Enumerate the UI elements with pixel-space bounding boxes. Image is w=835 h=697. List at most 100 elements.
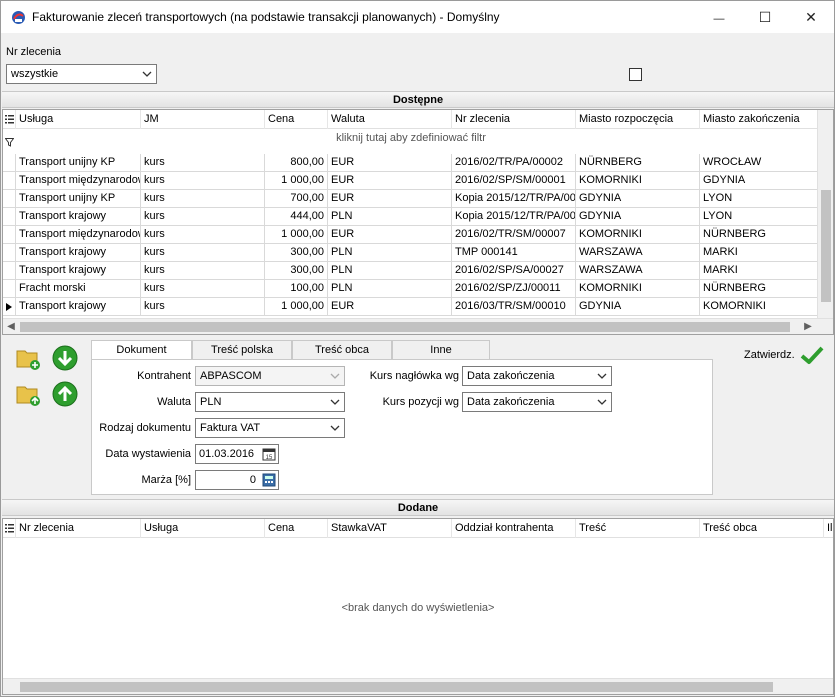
cell-unit: kurs — [140, 298, 264, 316]
cell-start-city: GDYNIA — [575, 208, 699, 226]
margin-field[interactable]: 0 — [195, 470, 279, 490]
col-header-vat-rate[interactable]: StawkaVAT — [327, 519, 451, 538]
cell-service: Transport krajowy — [15, 244, 140, 262]
margin-label: Marża [%] — [141, 474, 191, 486]
row-indicator-icon — [6, 303, 12, 311]
cell-order-number: 2016/02/SP/SM/00001 — [451, 172, 575, 190]
tab-other[interactable]: Inne — [392, 340, 490, 359]
option-checkbox[interactable] — [629, 68, 642, 81]
issue-date-field[interactable]: 01.03.2016 15 — [195, 444, 279, 464]
currency-select[interactable]: PLN — [195, 392, 345, 412]
col-header-start-city[interactable]: Miasto rozpoczęcia — [575, 110, 699, 129]
add-folder-icon[interactable] — [15, 344, 43, 372]
move-up-icon[interactable] — [51, 380, 79, 408]
col-header-order-number[interactable]: Nr zlecenia — [451, 110, 575, 129]
document-tab-panel: Kontrahent ABPASCOM Waluta PLN Rodzaj do… — [91, 359, 713, 495]
cell-order-number: 2016/02/SP/SA/00027 — [451, 262, 575, 280]
move-down-icon[interactable] — [51, 344, 79, 372]
app-logo-icon — [12, 11, 25, 24]
item-rate-select[interactable]: Data zakończenia — [462, 392, 612, 412]
contractor-label: Kontrahent — [137, 370, 191, 382]
cell-price: 444,00 — [264, 208, 327, 226]
document-type-select[interactable]: Faktura VAT — [195, 418, 345, 438]
scroll-left-icon[interactable]: ◀ — [3, 319, 19, 334]
chevron-down-icon — [330, 373, 340, 379]
cell-service: Transport międzynarodowy — [15, 226, 140, 244]
available-vertical-scrollbar[interactable] — [817, 110, 833, 318]
table-row[interactable]: Transport krajowy kurs 1 000,00 EUR 2016/03/… — [3, 298, 819, 316]
added-hscroll-thumb[interactable] — [20, 682, 773, 692]
col-header-foreign-content[interactable]: Treść obca — [699, 519, 823, 538]
cell-price: 1 000,00 — [264, 298, 327, 316]
col-header-service[interactable]: Usługa — [140, 519, 264, 538]
maximize-button[interactable]: ☐ — [742, 1, 788, 33]
table-row[interactable]: Transport międzynarodowy kurs 1 000,00 EUR 2… — [3, 172, 819, 190]
tab-polish-content[interactable]: Treść polska — [192, 340, 292, 359]
calculator-icon[interactable] — [262, 473, 276, 487]
cell-start-city: GDYNIA — [575, 190, 699, 208]
tab-document[interactable]: Dokument — [91, 340, 192, 360]
col-header-contractor-branch[interactable]: Oddział kontrahenta — [451, 519, 575, 538]
table-row[interactable]: Transport unijny KP kurs 800,00 EUR 2016/02/… — [3, 154, 819, 172]
cell-currency: PLN — [327, 244, 451, 262]
col-header-service[interactable]: Usługa — [15, 110, 140, 129]
available-hscroll-thumb[interactable] — [20, 322, 790, 332]
minimize-button[interactable]: — — [696, 1, 742, 33]
scroll-right-icon[interactable]: ▶ — [800, 319, 816, 334]
issue-date-label: Data wystawienia — [105, 448, 191, 460]
col-header-content[interactable]: Treść — [575, 519, 699, 538]
order-number-select[interactable]: wszystkie — [6, 64, 157, 84]
cell-service: Fracht morski — [15, 280, 140, 298]
available-vscroll-thumb[interactable] — [821, 190, 831, 302]
header-rate-select[interactable]: Data zakończenia — [462, 366, 612, 386]
filter-row[interactable]: kliknij tutaj aby zdefiniować filtr — [3, 129, 819, 153]
col-header-price[interactable]: Cena — [264, 110, 327, 129]
header-rate-value: Data zakończenia — [467, 370, 555, 382]
cell-currency: PLN — [327, 208, 451, 226]
available-horizontal-scrollbar[interactable]: ◀ ▶ — [3, 318, 833, 334]
cell-start-city: WARSZAWA — [575, 244, 699, 262]
col-header-quantity[interactable]: Ilo — [823, 519, 833, 538]
cell-unit: kurs — [140, 226, 264, 244]
col-header-price[interactable]: Cena — [264, 519, 327, 538]
table-row[interactable]: Transport krajowy kurs 300,00 PLN TMP 000141… — [3, 244, 819, 262]
tab-foreign-content[interactable]: Treść obca — [292, 340, 392, 359]
cell-currency: EUR — [327, 154, 451, 172]
cell-price: 800,00 — [264, 154, 327, 172]
added-grid: Nr zlecenia Usługa Cena StawkaVAT Oddzia… — [2, 518, 834, 695]
cell-price: 100,00 — [264, 280, 327, 298]
table-row[interactable]: Transport krajowy kurs 444,00 PLN Kopia 2015… — [3, 208, 819, 226]
cell-order-number: Kopia 2015/12/TR/PA/00 — [451, 208, 575, 226]
chevron-down-icon — [142, 71, 152, 77]
cell-currency: EUR — [327, 190, 451, 208]
cell-order-number: 2016/02/TR/SM/00007 — [451, 226, 575, 244]
table-row[interactable]: Transport unijny KP kurs 700,00 EUR Kopia 20… — [3, 190, 819, 208]
close-button[interactable]: ✕ — [788, 1, 834, 33]
col-header-currency[interactable]: Waluta — [327, 110, 451, 129]
column-chooser-icon[interactable] — [5, 115, 14, 124]
cell-start-city: NÜRNBERG — [575, 154, 699, 172]
close-icon: ✕ — [805, 9, 817, 25]
remove-folder-icon[interactable] — [15, 380, 43, 408]
col-header-end-city[interactable]: Miasto zakończenia — [699, 110, 819, 129]
header-rate-label: Kurs nagłówka wg — [369, 370, 459, 382]
cell-end-city: WROCŁAW — [699, 154, 819, 172]
application-window: Fakturowanie zleceń transportowych (na p… — [0, 0, 835, 697]
table-row[interactable]: Fracht morski kurs 100,00 PLN 2016/02/SP/ZJ/… — [3, 280, 819, 298]
table-row[interactable]: Transport międzynarodowy kurs 1 000,00 EUR 2… — [3, 226, 819, 244]
contractor-select[interactable]: ABPASCOM — [195, 366, 345, 386]
column-chooser-icon[interactable] — [5, 524, 14, 533]
table-row[interactable]: Transport krajowy kurs 300,00 PLN 2016/02/SP… — [3, 262, 819, 280]
margin-value: 0 — [249, 474, 256, 486]
col-header-order-number[interactable]: Nr zlecenia — [15, 519, 140, 538]
cell-price: 300,00 — [264, 262, 327, 280]
col-header-unit[interactable]: JM — [140, 110, 264, 129]
cell-unit: kurs — [140, 262, 264, 280]
cell-end-city: LYON — [699, 190, 819, 208]
cell-end-city: NÜRNBERG — [699, 280, 819, 298]
calendar-icon[interactable]: 15 — [262, 447, 276, 461]
window-title: Fakturowanie zleceń transportowych (na p… — [32, 10, 500, 24]
added-horizontal-scrollbar[interactable] — [3, 678, 833, 694]
cell-order-number: 2016/03/TR/SM/00010 — [451, 298, 575, 316]
minimize-icon: — — [713, 13, 725, 25]
